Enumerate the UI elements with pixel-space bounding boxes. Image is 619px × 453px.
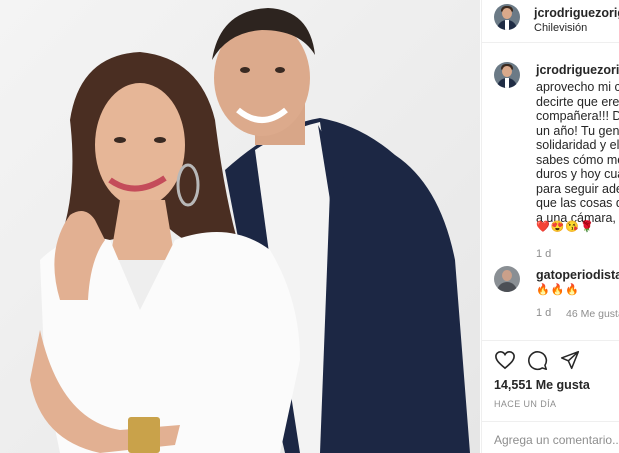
caption-line: sabes cómo me m [536,152,619,167]
post-photo[interactable] [0,0,480,453]
comment-username[interactable]: gatoperiodista [536,268,619,282]
comment-icon[interactable] [527,350,548,371]
caption-line: compañera!!! De [536,109,619,123]
caption-author-avatar[interactable] [494,62,520,88]
post-photo-illustration [30,8,470,453]
caption-author-username[interactable]: jcrodriguezoriginal [536,63,619,77]
post-actions: 14,551 Me gusta HACE UN DÍA Agrega un co… [482,340,619,453]
author-username[interactable]: jcrodriguezoriginal [534,6,619,20]
caption-emojis: ❤️😍😘🌹 [536,221,595,233]
comment-emojis: 🔥🔥🔥 [536,284,581,296]
caption-age[interactable]: 1 d [536,248,551,260]
author-avatar[interactable] [494,4,520,30]
commenter-avatar[interactable] [494,266,520,292]
caption-text: aprovecho mi cue decirte que eres u comp… [536,80,619,225]
share-icon[interactable] [560,350,580,370]
caption-line: aprovecho mi cue [536,80,619,94]
post-location[interactable]: Chilevisión [534,22,587,34]
post-sidebar: jcrodriguezoriginal Chilevisión jcrodrig… [481,0,619,453]
caption-line: solidaridad y el ap [536,138,619,152]
heart-icon[interactable] [494,350,516,370]
caption-line: un año! Tu gener [536,123,619,138]
post-timestamp[interactable]: HACE UN DÍA [494,399,556,409]
post-header: jcrodriguezoriginal Chilevisión [482,0,619,43]
caption-line: decirte que eres u [536,94,619,109]
likes-count[interactable]: 14,551 Me gusta [494,378,590,392]
comment-likes[interactable]: 46 Me gusta [566,308,619,320]
caption-line: que las cosas de [536,196,619,210]
add-comment-bar[interactable]: Agrega un comentario... [482,421,619,453]
caption-line: para seguir adela [536,181,619,196]
comment-input[interactable]: Agrega un comentario... [494,433,619,447]
caption-line: duros y hoy cuan [536,167,619,181]
comment-age[interactable]: 1 d [536,307,551,319]
